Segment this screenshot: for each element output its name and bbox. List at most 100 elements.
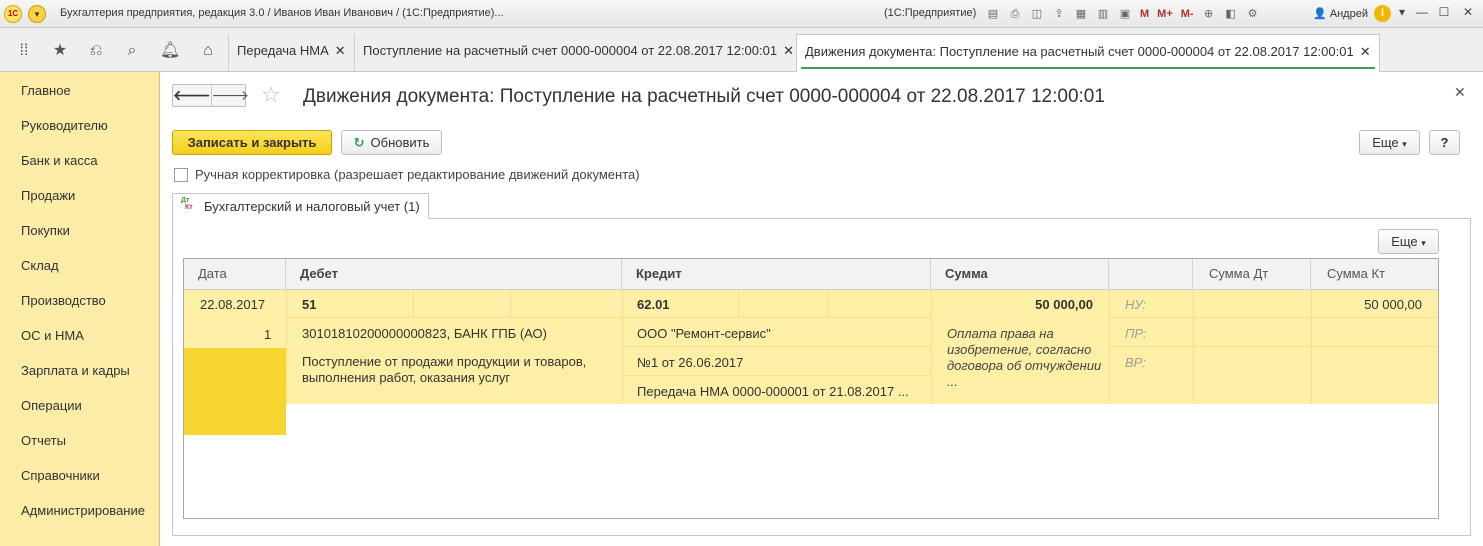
manual-correction-checkbox[interactable] <box>174 167 188 182</box>
col-header-amount-dt[interactable]: Сумма Дт <box>1193 259 1311 290</box>
grid-more-button[interactable]: Еще ▾ <box>1378 229 1439 254</box>
history-icon[interactable]: ⎌ <box>86 41 106 61</box>
favorites-star-icon[interactable]: ★ <box>50 41 70 61</box>
tab-strip: ⁞⁞ ★ ⎌ ⌕ 🔔︎ ⌂ Передача НМА ✕ Поступление … <box>0 28 1483 72</box>
close-tab-icon[interactable]: ✕ <box>335 43 346 58</box>
cell-amount-kt: 50 000,00 <box>1364 297 1422 312</box>
col-header-indicators[interactable] <box>1109 259 1193 290</box>
sidebar-item-payroll[interactable]: Зарплата и кадры <box>21 363 130 378</box>
sidebar-item-fixed-assets[interactable]: ОС и НМА <box>21 328 84 343</box>
favorite-star-icon[interactable]: ☆ <box>261 82 281 108</box>
back-arrow-icon[interactable]: 🡐 <box>173 85 212 106</box>
apps-grid-icon[interactable]: ⁞⁞ <box>14 41 34 61</box>
tab-document-movements[interactable]: Движения документа: Поступление на расче… <box>796 34 1380 72</box>
tab-label: Передача НМА <box>237 43 329 58</box>
cell-vr-label: ВР: <box>1125 355 1146 370</box>
dt-label: Дт <box>181 197 190 204</box>
panels-icon[interactable]: ◧ <box>1222 5 1240 23</box>
help-button[interactable]: ? <box>1429 130 1460 155</box>
manual-correction-row: Ручная корректировка (разрешает редактир… <box>174 167 640 182</box>
info-icon[interactable]: i <box>1374 5 1391 22</box>
app-name: (1С:Предприятие) <box>884 7 977 19</box>
kt-label: Кт <box>185 204 193 211</box>
chevron-down-icon: ▾ <box>1421 238 1426 248</box>
save-icon[interactable]: ▤ <box>984 5 1002 23</box>
tab-accounting-tax[interactable]: Дт Кт Бухгалтерский и налоговый учет (1) <box>172 193 429 219</box>
close-tab-icon[interactable]: ✕ <box>1360 44 1371 59</box>
tab-transfer-nma[interactable]: Передача НМА ✕ <box>228 34 354 72</box>
close-tab-icon[interactable]: ✕ <box>783 43 794 58</box>
col-header-debit[interactable]: Дебет <box>286 259 622 290</box>
report-icon[interactable]: ▦ <box>1072 5 1090 23</box>
page-title: Движения документа: Поступление на расче… <box>303 86 1105 107</box>
main-menu-icon[interactable]: ▾ <box>28 5 46 23</box>
titlebar-toolbar: ▤ ⎙ ◫ ⇪ ▦ ▥ ▣ M M+ M- ⊕ ◧ ⚙ <box>984 4 1262 24</box>
cell-amount: 50 000,00 <box>1035 297 1093 312</box>
calendar-icon[interactable]: ▣ <box>1116 5 1134 23</box>
cell-nu-label: НУ: <box>1125 297 1147 312</box>
row-number-cell <box>184 348 286 435</box>
movements-table: Дата Дебет Кредит Сумма Сумма Дт Сумма К… <box>183 258 1439 519</box>
calculator-icon[interactable]: ▥ <box>1094 5 1112 23</box>
zoom-icon[interactable]: ⊕ <box>1200 5 1218 23</box>
minimize-icon[interactable]: — <box>1414 5 1430 19</box>
tab-bank-receipt[interactable]: Поступление на расчетный счет 0000-00000… <box>354 34 802 72</box>
forward-arrow-icon[interactable]: 🡒 <box>212 85 250 106</box>
tab-label: Поступление на расчетный счет 0000-00000… <box>363 43 778 58</box>
cell-debit-account: 51 <box>302 297 317 312</box>
cell-credit-subconto-2: №1 от 26.06.2017 <box>637 355 744 370</box>
search-icon[interactable]: ⌕ <box>122 41 142 61</box>
user-name[interactable]: 👤 Андрей <box>1313 7 1368 20</box>
sidebar-item-administration[interactable]: Администрирование <box>21 503 145 518</box>
sections-sidebar: Главное Руководителю Банк и касса Продаж… <box>0 72 160 546</box>
save-and-close-button[interactable]: Записать и закрыть <box>172 130 332 155</box>
sidebar-item-production[interactable]: Производство <box>21 293 106 308</box>
dt-kt-icon: Дт Кт <box>181 197 193 211</box>
manual-correction-label[interactable]: Ручная корректировка (разрешает редактир… <box>195 167 640 182</box>
sidebar-item-sales[interactable]: Продажи <box>21 188 75 203</box>
preview-icon[interactable]: ◫ <box>1028 5 1046 23</box>
table-header: Дата Дебет Кредит Сумма Сумма Дт Сумма К… <box>184 259 1438 290</box>
maximize-icon[interactable]: ☐ <box>1436 5 1452 19</box>
sidebar-item-main[interactable]: Главное <box>21 83 71 98</box>
cell-debit-subconto-1: 30101810200000000823, БАНК ГПБ (АО) <box>302 326 547 341</box>
close-form-icon[interactable]: ✕ <box>1454 84 1466 101</box>
sidebar-item-reports[interactable]: Отчеты <box>21 433 66 448</box>
cell-credit-subconto-1: ООО "Ремонт-сервис" <box>637 326 771 341</box>
cell-pr-label: ПР: <box>1125 326 1147 341</box>
grid-more-label: Еще <box>1391 234 1418 249</box>
print-icon[interactable]: ⎙ <box>1006 5 1024 23</box>
cell-credit-subconto-3: Передача НМА 0000-000001 от 21.08.2017 .… <box>637 384 909 399</box>
chevron-down-icon: ▾ <box>1402 139 1407 149</box>
cell-content: Оплата права на изобретение, согласно до… <box>947 326 1102 389</box>
home-icon[interactable]: ⌂ <box>198 41 218 61</box>
close-window-icon[interactable]: ✕ <box>1460 5 1476 19</box>
more-button[interactable]: Еще ▾ <box>1359 130 1420 155</box>
table-row[interactable]: 22.08.2017 1 51 30101810200000000823, БА… <box>184 290 1438 435</box>
col-header-date[interactable]: Дата <box>184 259 286 290</box>
sidebar-item-manager[interactable]: Руководителю <box>21 118 108 133</box>
cell-debit-subconto-2: Поступление от продажи продукции и товар… <box>302 354 587 385</box>
sidebar-item-warehouse[interactable]: Склад <box>21 258 59 273</box>
refresh-icon: ↻ <box>353 135 365 150</box>
memory-mplus-button[interactable]: M+ <box>1155 5 1175 23</box>
memory-m-button[interactable]: M <box>1138 5 1151 23</box>
refresh-button[interactable]: ↻ Обновить <box>341 130 442 155</box>
col-header-amount-kt[interactable]: Сумма Кт <box>1311 259 1438 290</box>
col-header-credit[interactable]: Кредит <box>622 259 931 290</box>
notifications-bell-icon[interactable]: 🔔︎ <box>160 41 180 61</box>
app-logo-icon: 1С <box>4 5 22 23</box>
col-header-amount[interactable]: Сумма <box>931 259 1109 290</box>
cell-row-number: 1 <box>264 327 272 342</box>
settings-icon[interactable]: ⚙ <box>1244 5 1262 23</box>
memory-mminus-button[interactable]: M- <box>1179 5 1196 23</box>
info-dropdown-icon[interactable]: ▾ <box>1394 5 1410 19</box>
subtab-label: Бухгалтерский и налоговый учет (1) <box>204 199 420 214</box>
tab-label: Движения документа: Поступление на расче… <box>805 44 1354 59</box>
cell-credit-account: 62.01 <box>637 297 670 312</box>
sidebar-item-purchases[interactable]: Покупки <box>21 223 70 238</box>
sidebar-item-operations[interactable]: Операции <box>21 398 82 413</box>
send-icon[interactable]: ⇪ <box>1050 5 1068 23</box>
sidebar-item-bank[interactable]: Банк и касса <box>21 153 98 168</box>
sidebar-item-catalogs[interactable]: Справочники <box>21 468 100 483</box>
